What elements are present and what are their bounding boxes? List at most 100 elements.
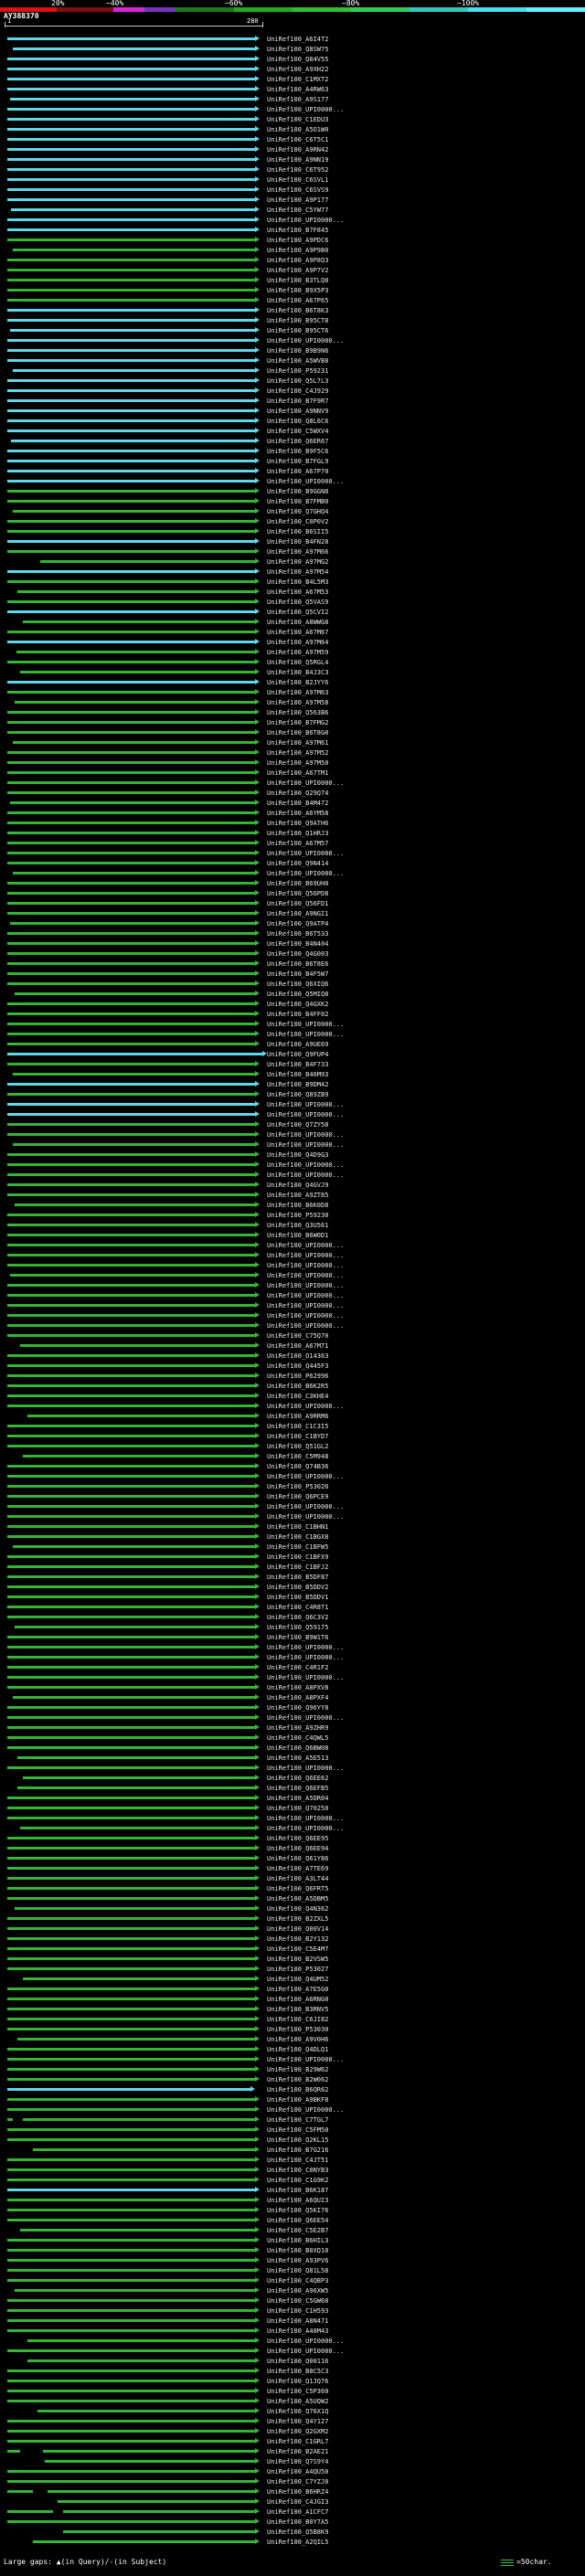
hit-bar[interactable] — [7, 1887, 255, 1890]
hit-row[interactable]: UniRef100_C1EDU3 — [0, 114, 585, 124]
hit-row[interactable]: UniRef100_Q84V55 — [0, 54, 585, 64]
hit-bar[interactable] — [7, 811, 255, 814]
hit-row[interactable]: UniRef100_A5O1W0 — [0, 124, 585, 134]
hit-row[interactable]: UniRef100_Q96YY8 — [0, 1702, 585, 1712]
hit-row[interactable]: UniRef100_C1MXT2 — [0, 74, 585, 84]
hit-bar[interactable] — [7, 309, 255, 312]
hit-label[interactable]: UniRef100_A4QU50 — [267, 2468, 328, 2475]
hit-bar[interactable] — [12, 369, 255, 372]
hit-label[interactable]: UniRef100_B95CT8 — [267, 317, 328, 324]
hit-row[interactable]: UniRef100_UPI0000... — [0, 1310, 585, 1320]
hit-bar[interactable] — [7, 1445, 255, 1447]
hit-row[interactable]: UniRef100_UPI0000... — [0, 1501, 585, 1511]
hit-label[interactable]: UniRef100_B29W62 — [267, 2066, 328, 2073]
hit-bar[interactable] — [12, 510, 255, 513]
hit-bar[interactable] — [7, 731, 255, 734]
hit-label[interactable]: UniRef100_A97MG2 — [267, 558, 328, 566]
hit-label[interactable]: UniRef100_B9DM42 — [267, 1081, 328, 1088]
hit-row[interactable]: UniRef100_Q1JQ76 — [0, 2376, 585, 2386]
hit-bar[interactable] — [7, 2329, 255, 2332]
hit-bar[interactable] — [7, 480, 255, 482]
hit-row[interactable]: UniRef100_UPI0000... — [0, 335, 585, 345]
hit-row[interactable]: UniRef100_C4R1F2 — [0, 1662, 585, 1672]
hit-bar[interactable] — [7, 1786, 255, 1789]
hit-label[interactable]: UniRef100_UPI0000... — [267, 1302, 344, 1309]
hit-bar[interactable] — [7, 1867, 255, 1870]
hit-label[interactable]: UniRef100_C1G9K2 — [267, 2177, 328, 2184]
hit-bar[interactable] — [7, 1475, 255, 1478]
hit-row[interactable]: UniRef100_UPI0000... — [0, 1240, 585, 1250]
hit-label[interactable]: UniRef100_UPI0000... — [267, 1815, 344, 1822]
hit-bar[interactable] — [17, 1756, 255, 1759]
hit-label[interactable]: UniRef100_Q7ZY58 — [267, 1121, 328, 1129]
hit-row[interactable]: UniRef100_Q7ZY58 — [0, 1119, 585, 1129]
hit-bar[interactable] — [7, 761, 255, 764]
hit-label[interactable]: UniRef100_Q5KI76 — [267, 2207, 328, 2214]
hit-bar[interactable] — [7, 359, 255, 362]
hit-row[interactable]: UniRef100_Q6EFB5 — [0, 1783, 585, 1793]
hit-row[interactable]: UniRef100_C1BFX9 — [0, 1552, 585, 1562]
hit-row[interactable]: UniRef100_B7FGL9 — [0, 456, 585, 466]
hit-row[interactable]: UniRef100_A5WVB8 — [0, 355, 585, 366]
hit-bar[interactable] — [7, 2380, 255, 2382]
hit-label[interactable]: UniRef100_Q70250 — [267, 1805, 328, 1812]
hit-bar[interactable] — [7, 1304, 255, 1307]
hit-bar[interactable] — [7, 1425, 255, 1427]
hit-bar[interactable] — [7, 1374, 255, 1377]
hit-bar[interactable] — [7, 641, 255, 643]
hit-row[interactable]: UniRef100_C6JI82 — [0, 2014, 585, 2024]
hit-label[interactable]: UniRef100_A97M64 — [267, 639, 328, 646]
hit-label[interactable]: UniRef100_UPI0000... — [267, 850, 344, 857]
hit-row[interactable]: UniRef100_B0Y7A5 — [0, 2517, 585, 2527]
hit-label[interactable]: UniRef100_UPI0000... — [267, 1322, 344, 1330]
hit-row[interactable]: UniRef100_B69UH0 — [0, 878, 585, 888]
hit-row[interactable]: UniRef100_B2VSW5 — [0, 1954, 585, 1964]
hit-label[interactable]: UniRef100_Q5RGL4 — [267, 659, 328, 666]
hit-row[interactable]: UniRef100_UPI0000... — [0, 1763, 585, 1773]
hit-row[interactable]: UniRef100_B6HIL3 — [0, 2235, 585, 2245]
hit-bar[interactable] — [7, 158, 255, 161]
hit-row[interactable]: UniRef100_Q4Y127 — [0, 2416, 585, 2426]
hit-label[interactable]: UniRef100_A67P70 — [267, 468, 328, 475]
hit-label[interactable]: UniRef100_UPI0000... — [267, 1292, 344, 1299]
hit-bar[interactable] — [17, 590, 255, 593]
hit-bar[interactable] — [7, 1797, 255, 1799]
hit-bar[interactable] — [7, 631, 255, 633]
hit-label[interactable]: UniRef100_UPI0000... — [267, 1282, 344, 1289]
hit-label[interactable]: UniRef100_UPI0000... — [267, 1765, 344, 1772]
hit-label[interactable]: UniRef100_Q6EE54 — [267, 2217, 328, 2224]
hit-bar[interactable] — [7, 681, 255, 684]
hit-bar[interactable] — [7, 2138, 255, 2141]
hit-label[interactable]: UniRef100_Q29Q74 — [267, 790, 328, 797]
hit-row[interactable]: UniRef100_P53026 — [0, 1481, 585, 1491]
hit-bar[interactable] — [7, 379, 255, 382]
hit-row[interactable]: UniRef100_UPI0000... — [0, 104, 585, 114]
hit-label[interactable]: UniRef100_UPI0000... — [267, 2337, 344, 2345]
hit-label[interactable]: UniRef100_A8PXV8 — [267, 1684, 328, 1691]
hit-row[interactable]: UniRef100_A9XH22 — [0, 64, 585, 74]
hit-label[interactable]: UniRef100_A97M50 — [267, 759, 328, 767]
hit-bar[interactable] — [7, 2008, 255, 2010]
hit-bar[interactable] — [7, 1837, 255, 1839]
hit-label[interactable]: UniRef100_B6T8K3 — [267, 307, 328, 314]
hit-bar[interactable] — [7, 2068, 255, 2071]
hit-label[interactable]: UniRef100_A97M54 — [267, 568, 328, 576]
hit-label[interactable]: UniRef100_Q6PCE9 — [267, 1493, 328, 1500]
hit-row[interactable]: UniRef100_C5M948 — [0, 1451, 585, 1461]
hit-label[interactable]: UniRef100_C5E2B7 — [267, 2227, 328, 2234]
hit-label[interactable]: UniRef100_B7FMG2 — [267, 719, 328, 726]
hit-bar[interactable] — [7, 2319, 255, 2322]
hit-label[interactable]: UniRef100_A9NN19 — [267, 156, 328, 164]
hit-bar[interactable] — [7, 952, 255, 955]
hit-row[interactable]: UniRef100_UPI0000... — [0, 1320, 585, 1330]
hit-bar[interactable] — [7, 1254, 255, 1256]
hit-bar[interactable] — [27, 1415, 255, 1417]
hit-row[interactable]: UniRef100_Q6EE54 — [0, 2215, 585, 2225]
hit-label[interactable]: UniRef100_Q6EE94 — [267, 1845, 328, 1852]
hit-row[interactable]: UniRef100_UPI0000... — [0, 1270, 585, 1280]
hit-label[interactable]: UniRef100_A8WWG8 — [267, 619, 328, 626]
hit-row[interactable]: UniRef100_C1G9K2 — [0, 2175, 585, 2185]
hit-label[interactable]: UniRef100_B6K187 — [267, 2187, 328, 2194]
hit-label[interactable]: UniRef100_Q5MIQ8 — [267, 991, 328, 998]
hit-bar[interactable] — [7, 751, 255, 754]
